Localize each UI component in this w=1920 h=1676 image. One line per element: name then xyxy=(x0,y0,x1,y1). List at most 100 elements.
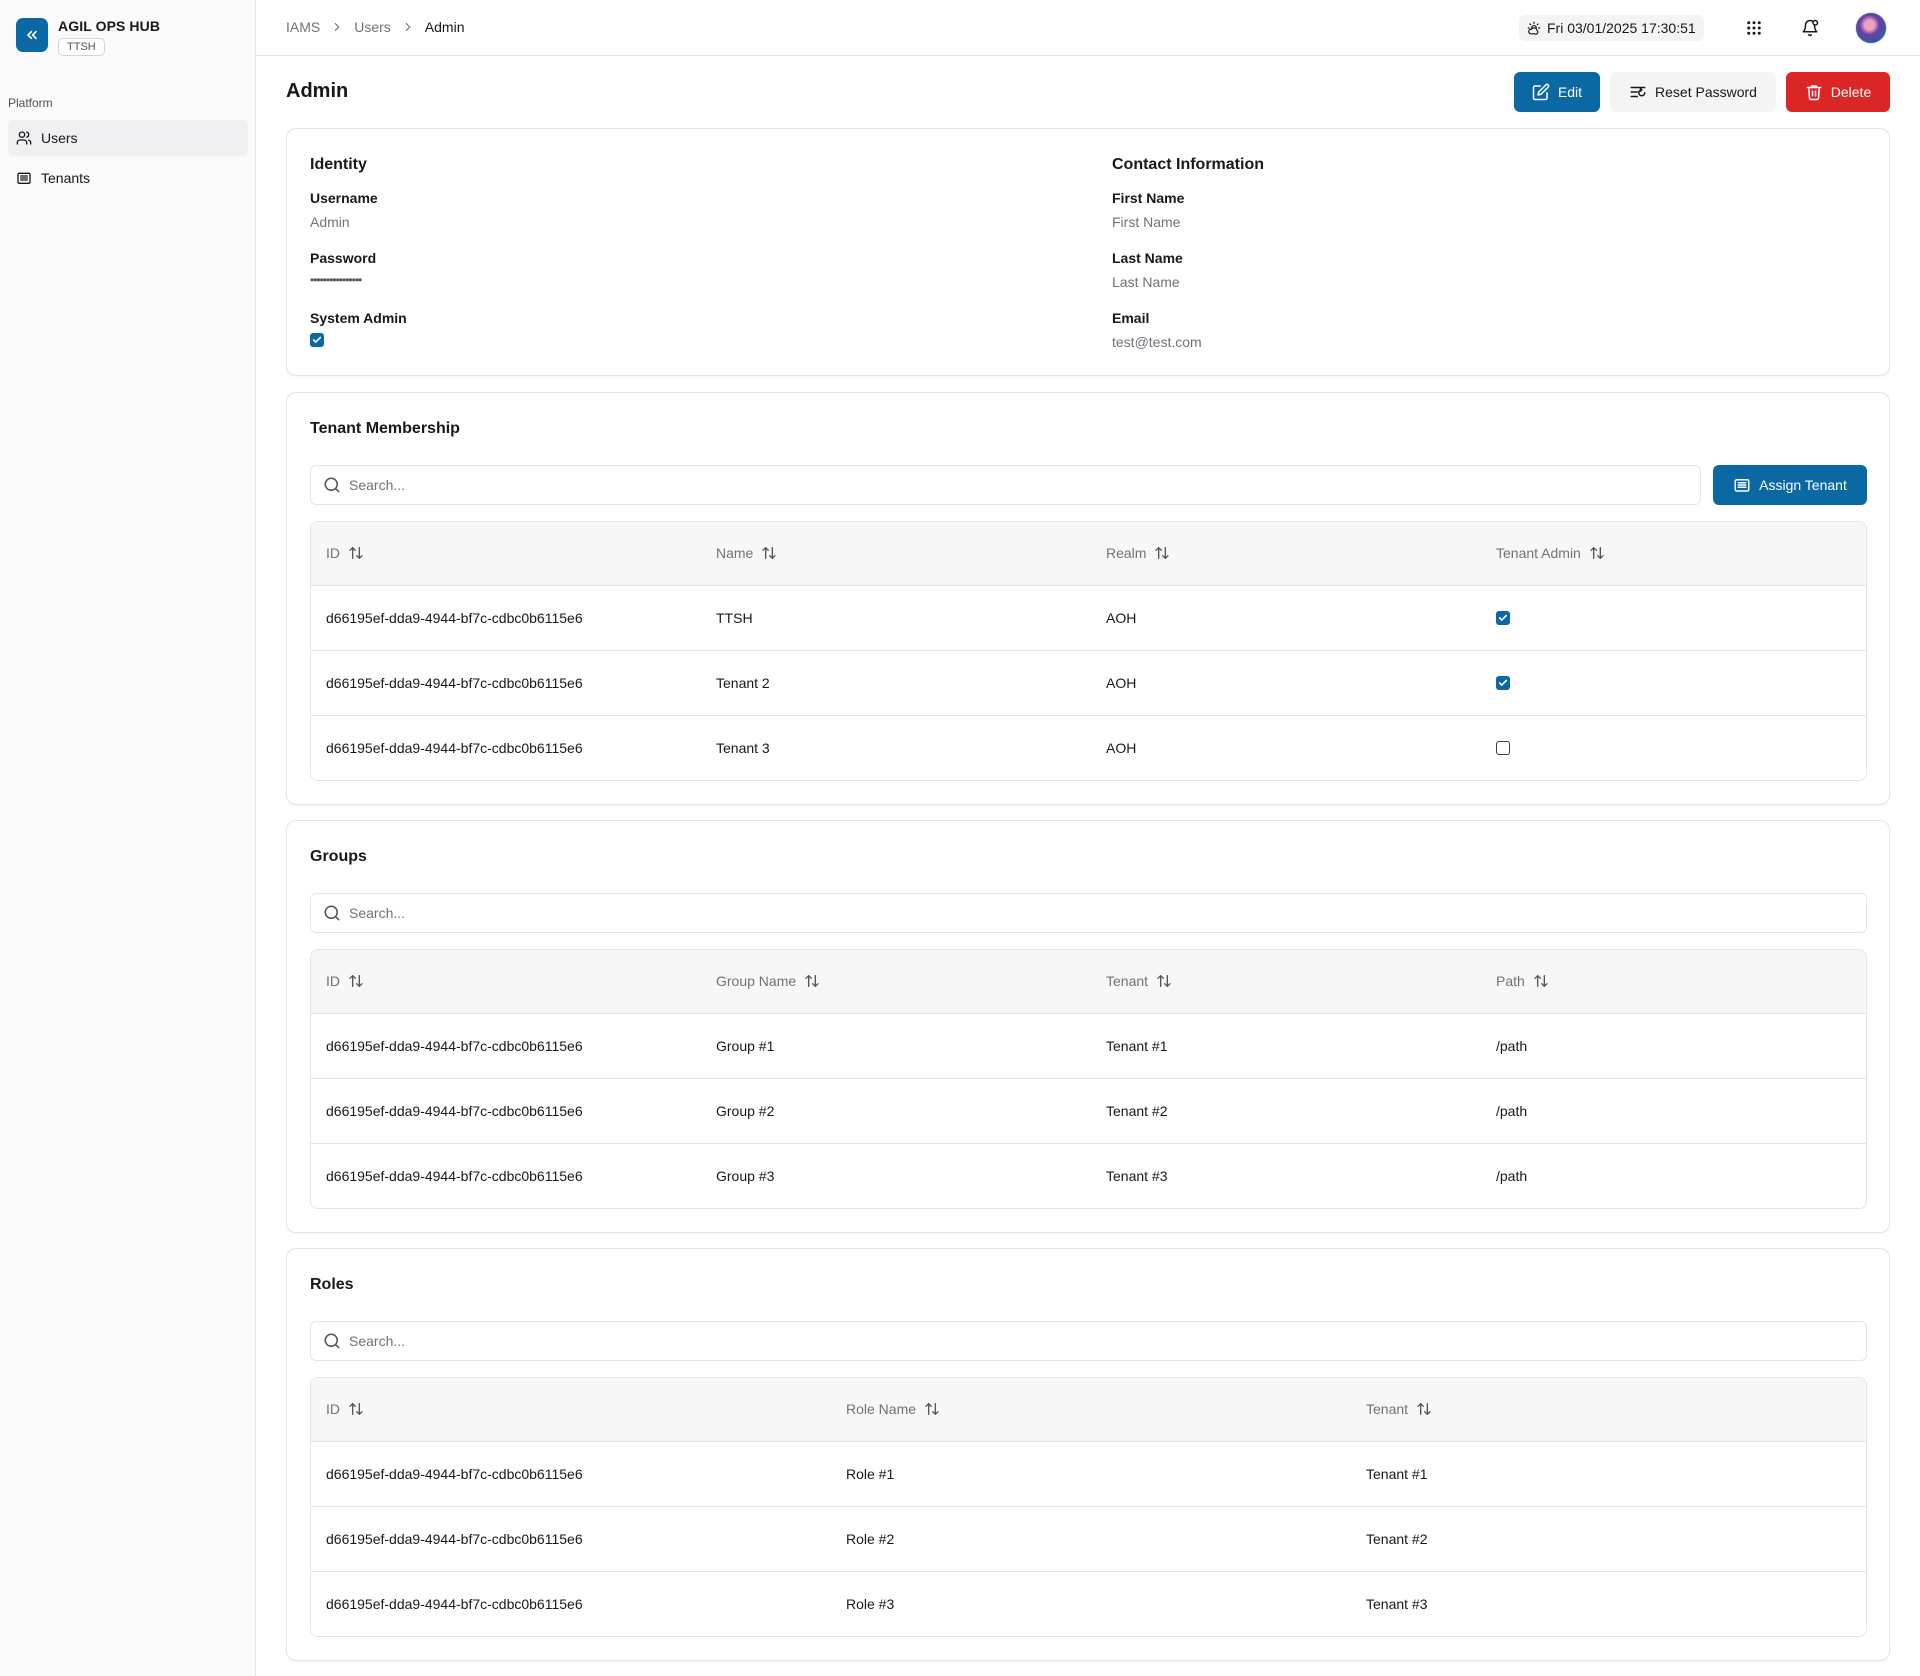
column-label: Name xyxy=(716,545,754,561)
table-row[interactable]: d66195ef-dda9-4944-bf7c-cdbc0b6115e6 Rol… xyxy=(311,1507,1866,1572)
reset-password-button[interactable]: Reset Password xyxy=(1610,72,1776,112)
table-row[interactable]: d66195ef-dda9-4944-bf7c-cdbc0b6115e6 Rol… xyxy=(311,1442,1866,1507)
table-header: ID Group Name Tenant Path xyxy=(311,950,1866,1014)
last-name-value: Last Name xyxy=(1112,274,1180,290)
username-value: Admin xyxy=(310,214,350,230)
check-icon xyxy=(1498,614,1508,621)
column-label: Group Name xyxy=(716,973,797,989)
column-header-tenant[interactable]: Tenant xyxy=(1366,1401,1432,1417)
table-row[interactable]: d66195ef-dda9-4944-bf7c-cdbc0b6115e6 Ten… xyxy=(311,651,1866,716)
tenant-table: ID Name Realm Tenant Admin d66195ef-dda9… xyxy=(310,521,1867,781)
cell-id: d66195ef-dda9-4944-bf7c-cdbc0b6115e6 xyxy=(326,1038,583,1054)
sort-icon xyxy=(1155,547,1170,559)
column-header-name[interactable]: Name xyxy=(716,545,777,561)
tenant-admin-checkbox[interactable] xyxy=(1496,741,1510,755)
cell-id: d66195ef-dda9-4944-bf7c-cdbc0b6115e6 xyxy=(326,675,583,691)
column-header-id[interactable]: ID xyxy=(326,545,364,561)
password-label: Password xyxy=(310,250,377,266)
breadcrumb-item-current: Admin xyxy=(424,19,465,35)
cell-path: /path xyxy=(1496,1103,1528,1119)
cell-tenant: Tenant #2 xyxy=(1106,1103,1168,1119)
column-label: ID xyxy=(326,545,340,561)
sidebar-item-label: Users xyxy=(41,130,78,146)
cell-realm: AOH xyxy=(1106,675,1137,691)
delete-button[interactable]: Delete xyxy=(1786,72,1890,112)
cell-name: Tenant 2 xyxy=(716,675,770,691)
column-header-path[interactable]: Path xyxy=(1496,973,1549,989)
reset-password-label: Reset Password xyxy=(1655,84,1757,100)
groups-search[interactable] xyxy=(310,893,1867,933)
datetime-text: Fri 03/01/2025 17:30:51 xyxy=(1547,20,1696,36)
roles-search-input[interactable] xyxy=(349,1333,1738,1349)
nav-section-label: Platform xyxy=(8,96,53,110)
search-icon xyxy=(324,1333,340,1349)
column-label: Realm xyxy=(1106,545,1147,561)
tenant-search[interactable] xyxy=(310,465,1701,505)
sort-icon xyxy=(925,1403,939,1415)
column-label: ID xyxy=(326,973,340,989)
org-badge: TTSH xyxy=(58,38,105,56)
sort-icon xyxy=(1157,975,1171,987)
cell-id: d66195ef-dda9-4944-bf7c-cdbc0b6115e6 xyxy=(326,610,583,626)
column-header-group-name[interactable]: Group Name xyxy=(716,973,820,989)
avatar[interactable] xyxy=(1855,12,1887,44)
cell-name: Tenant 3 xyxy=(716,740,770,756)
table-row[interactable]: d66195ef-dda9-4944-bf7c-cdbc0b6115e6 Ten… xyxy=(311,716,1866,780)
sort-icon xyxy=(349,975,363,987)
tenant-search-input[interactable] xyxy=(349,477,1589,493)
sidebar: AGIL OPS HUB TTSH Platform Users Tenants xyxy=(0,0,256,1676)
cell-role-name: Role #3 xyxy=(846,1596,895,1612)
datetime-display: Fri 03/01/2025 17:30:51 xyxy=(1519,15,1704,41)
collapse-sidebar-button[interactable] xyxy=(16,18,48,52)
notifications-button[interactable] xyxy=(1796,14,1824,42)
search-icon xyxy=(324,477,340,493)
table-row[interactable]: d66195ef-dda9-4944-bf7c-cdbc0b6115e6 Gro… xyxy=(311,1014,1866,1079)
table-row[interactable]: d66195ef-dda9-4944-bf7c-cdbc0b6115e6 Gro… xyxy=(311,1079,1866,1144)
column-header-id[interactable]: ID xyxy=(326,1401,364,1417)
column-header-realm[interactable]: Realm xyxy=(1106,545,1170,561)
system-admin-checkbox[interactable] xyxy=(310,333,324,347)
sidebar-item-users[interactable]: Users xyxy=(8,120,248,156)
password-value: •••••••••••••••• xyxy=(310,273,362,287)
edit-button[interactable]: Edit xyxy=(1514,72,1600,112)
table-header: ID Name Realm Tenant Admin xyxy=(311,522,1866,586)
page-title: Admin xyxy=(286,80,349,102)
breadcrumb-item-iams[interactable]: IAMS xyxy=(286,19,320,35)
roles-title: Roles xyxy=(310,1276,354,1293)
chevron-right-icon xyxy=(401,20,415,34)
cell-name: TTSH xyxy=(716,610,753,626)
column-header-tenant[interactable]: Tenant xyxy=(1106,973,1172,989)
groups-card: Groups ID Group Name Tenant Path d66195e… xyxy=(286,820,1890,1233)
chevrons-left-icon xyxy=(27,30,37,40)
tenant-admin-checkbox[interactable] xyxy=(1496,611,1510,625)
sidebar-item-tenants[interactable]: Tenants xyxy=(8,160,248,196)
table-row[interactable]: d66195ef-dda9-4944-bf7c-cdbc0b6115e6 Rol… xyxy=(311,1572,1866,1636)
building-icon xyxy=(1734,479,1750,492)
roles-search[interactable] xyxy=(310,1321,1867,1361)
chevron-right-icon xyxy=(330,20,344,34)
table-row[interactable]: d66195ef-dda9-4944-bf7c-cdbc0b6115e6 TTS… xyxy=(311,586,1866,651)
cell-group-name: Group #3 xyxy=(716,1168,775,1184)
edit-icon xyxy=(1532,83,1550,101)
roles-card: Roles ID Role Name Tenant d66195ef-dda9-… xyxy=(286,1248,1890,1661)
sort-icon xyxy=(762,547,777,559)
cell-id: d66195ef-dda9-4944-bf7c-cdbc0b6115e6 xyxy=(326,1596,583,1612)
sort-icon xyxy=(805,975,819,987)
users-icon xyxy=(16,131,32,145)
assign-tenant-button[interactable]: Assign Tenant xyxy=(1713,465,1867,505)
sort-icon xyxy=(349,1403,363,1415)
table-row[interactable]: d66195ef-dda9-4944-bf7c-cdbc0b6115e6 Gro… xyxy=(311,1144,1866,1208)
column-label: Role Name xyxy=(846,1401,917,1417)
tenant-admin-checkbox[interactable] xyxy=(1496,676,1510,690)
sort-icon xyxy=(1590,547,1604,559)
column-header-role-name[interactable]: Role Name xyxy=(846,1401,940,1417)
column-header-tenant-admin[interactable]: Tenant Admin xyxy=(1496,545,1605,561)
first-name-value: First Name xyxy=(1112,214,1181,230)
assign-tenant-label: Assign Tenant xyxy=(1759,477,1847,493)
column-header-id[interactable]: ID xyxy=(326,973,364,989)
apps-grid-button[interactable] xyxy=(1740,14,1768,42)
email-value: test@test.com xyxy=(1112,334,1202,350)
groups-search-input[interactable] xyxy=(349,905,1738,921)
breadcrumb-item-users[interactable]: Users xyxy=(354,19,391,35)
bell-icon xyxy=(1802,19,1819,37)
